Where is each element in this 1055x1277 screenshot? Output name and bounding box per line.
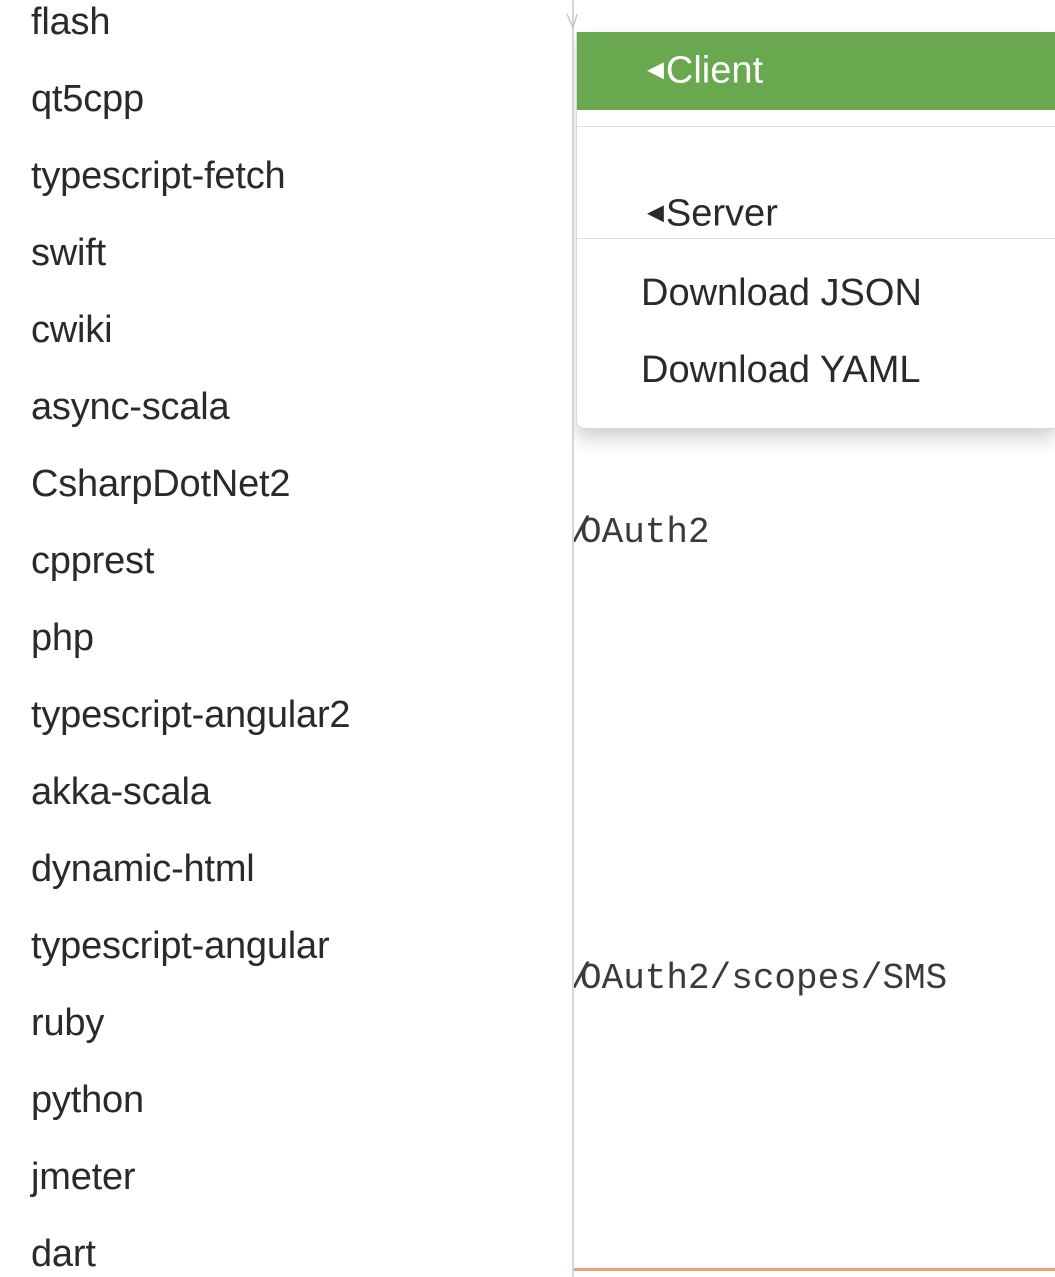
submenu-item-cwiki[interactable]: cwiki	[31, 307, 113, 353]
client-language-submenu: flash qt5cpp typescript-fetch swift cwik…	[0, 0, 574, 1277]
code-line-oauth2: OAuth2	[580, 512, 710, 553]
submenu-item-cpprest[interactable]: cpprest	[31, 538, 154, 584]
menu-item-server[interactable]: ◀Server	[577, 158, 1055, 270]
submenu-item-typescript-angular2[interactable]: typescript-angular2	[31, 692, 351, 738]
bottom-accent-line	[574, 1268, 1055, 1271]
menu-item-server-label: Server	[665, 192, 778, 235]
submenu-item-dart[interactable]: dart	[31, 1231, 96, 1277]
submenu-item-csharpdotnet2[interactable]: CsharpDotNet2	[31, 461, 291, 507]
submenu-item-typescript-fetch[interactable]: typescript-fetch	[31, 153, 286, 199]
menu-item-client[interactable]: ◀Client	[577, 32, 1055, 110]
menu-item-download-json[interactable]: Download JSON	[641, 270, 1055, 316]
submenu-border	[572, 0, 574, 1277]
submenu-item-async-scala[interactable]: async-scala	[31, 384, 230, 430]
generate-dropdown-menu: ◀Client ◀Server Download JSON Download Y…	[576, 32, 1055, 429]
submenu-item-akka-scala[interactable]: akka-scala	[31, 769, 211, 815]
caret-left-icon: ◀	[647, 56, 664, 82]
menu-item-download-yaml[interactable]: Download YAML	[641, 347, 1055, 393]
code-line-oauth2-scopes: OAuth2/scopes/SMS	[580, 958, 948, 999]
caret-left-icon: ◀	[647, 199, 664, 225]
menu-item-client-label: Client	[665, 49, 764, 92]
submenu-notch-icon	[566, 14, 578, 28]
submenu-item-dynamic-html[interactable]: dynamic-html	[31, 846, 255, 892]
submenu-item-python[interactable]: python	[31, 1077, 144, 1123]
submenu-item-ruby[interactable]: ruby	[31, 1000, 104, 1046]
menu-divider	[577, 126, 1055, 127]
submenu-item-php[interactable]: php	[31, 615, 94, 661]
menu-divider	[577, 238, 1055, 239]
submenu-item-jmeter[interactable]: jmeter	[31, 1154, 136, 1200]
submenu-item-swift[interactable]: swift	[31, 230, 106, 276]
submenu-item-qt5cpp[interactable]: qt5cpp	[31, 76, 144, 122]
submenu-item-typescript-angular[interactable]: typescript-angular	[31, 923, 330, 969]
submenu-item-flash[interactable]: flash	[31, 0, 110, 45]
